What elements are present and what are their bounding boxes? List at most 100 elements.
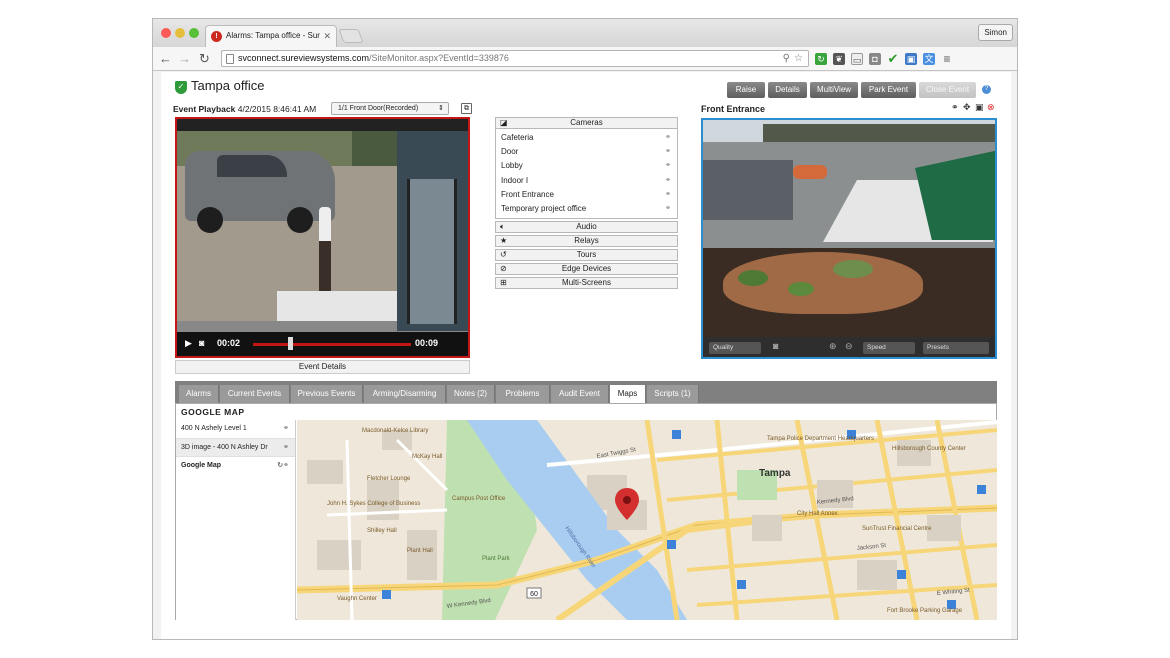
new-tab-button[interactable] [338,29,364,43]
chrome-menu-icon[interactable]: ≡ [941,53,953,65]
list-item[interactable]: Temporary project office ⚭ [496,202,677,216]
shield-icon: ✓ [175,81,187,94]
link-icon[interactable]: ⚭ [665,131,671,145]
extension-check-icon[interactable]: ✔ [887,52,899,65]
edge-devices-section[interactable]: ⊘ Edge Devices [495,263,678,276]
extension-camera-icon[interactable]: ◘ [869,53,881,65]
link-icon[interactable]: ⚭ [665,202,671,216]
help-icon[interactable]: ? [982,85,991,94]
speed-dropdown[interactable]: Speed [863,342,915,354]
zoom-in-icon[interactable]: ⊕ [829,341,837,352]
extension-screen-icon[interactable]: ▭ [851,53,863,65]
multi-screens-section[interactable]: ⊞ Multi-Screens [495,277,678,290]
url-host: svconnect.sureviewsystems.com [238,53,370,63]
playback-progress-bar[interactable] [253,343,411,346]
close-tab-icon[interactable]: ✕ [323,26,331,46]
address-bar[interactable]: svconnect.sureviewsystems.com/SiteMonito… [221,50,809,67]
park-event-button[interactable]: Park Event [861,82,916,98]
tab-previous-events[interactable]: Previous Events [291,385,363,403]
link-icon[interactable]: ⚭ [665,159,671,173]
quality-dropdown[interactable]: Quality [709,342,761,354]
image-icon[interactable]: ▣ [975,102,984,113]
tab-audit-event[interactable]: Audit Event [551,385,609,403]
list-item[interactable]: 400 N Ashely Level 1 ⚭ [176,420,295,439]
relays-section[interactable]: ★ Relays [495,235,678,248]
link-icon[interactable]: ⚭ [283,420,289,438]
section-label: Audio [576,222,597,232]
search-icon[interactable]: ⚲ [783,51,790,66]
reload-icon[interactable]: ↻ [199,50,210,67]
close-window-icon[interactable] [161,28,171,38]
tab-notes[interactable]: Notes (2) [447,385,495,403]
browser-tab-bar: ! Alarms: Tampa office - Sur ✕ Simon [153,19,1017,47]
snapshot-icon[interactable]: ◙ [773,341,778,351]
select-arrows-icon: ⇕ [438,105,444,112]
camera-item-label: Cafeteria [501,133,534,142]
tab-scripts[interactable]: Scripts (1) [647,385,699,403]
site-name: Tampa office [191,78,265,93]
url-path: /SiteMonitor.aspx?EventId=339876 [369,53,509,63]
presets-dropdown[interactable]: Presets [923,342,989,354]
close-event-button[interactable]: Close Event [919,82,976,98]
link-icon[interactable]: ⚭ [665,145,671,159]
raise-button[interactable]: Raise [727,82,765,98]
google-map[interactable]: 60 Tampa Hillsborough River East Twiggs … [297,420,997,620]
link-icon[interactable]: ⚭ [665,188,671,202]
forward-icon[interactable]: → [178,50,191,67]
snapshot-icon[interactable]: ◙ [199,338,204,348]
list-item[interactable]: Google Map ↻⚭ [176,457,295,476]
map-label-city: Tampa [759,468,791,479]
tab-current-events[interactable]: Current Events [220,385,290,403]
zoom-window-icon[interactable] [189,28,199,38]
playback-video[interactable]: ▶ ◙ 00:02 00:09 [175,117,470,358]
browser-tab[interactable]: ! Alarms: Tampa office - Sur ✕ [205,25,337,47]
map-label-convention: Hillsborough County Center [892,446,966,452]
tab-alarms[interactable]: Alarms [179,385,219,403]
link-icon[interactable]: ⚭ [665,174,671,188]
list-item[interactable]: Indoor I ⚭ [496,174,677,188]
camera-list: Cafeteria ⚭ Door ⚭ Lobby ⚭ Indoor I ⚭ Front … [495,129,678,220]
tab-maps[interactable]: Maps [610,385,646,403]
extension-translate-icon[interactable]: 文 [923,53,935,65]
details-button[interactable]: Details [768,82,807,98]
list-item[interactable]: Door ⚭ [496,145,677,159]
extension-window-icon[interactable]: ▣ [905,53,917,65]
camera-item-label: Front Entrance [501,189,554,199]
minimize-window-icon[interactable] [175,28,185,38]
refresh-link-icon[interactable]: ↻⚭ [277,457,289,475]
multiview-button[interactable]: MultiView [810,82,858,98]
camera-item-label: Lobby [501,161,523,171]
google-map-title: GOOGLE MAP [181,407,245,417]
play-icon[interactable]: ▶ [185,338,192,349]
audio-section[interactable]: 🔈︎ Audio [495,221,678,234]
extension-evernote-icon[interactable]: ❦ [833,53,845,65]
extension-refresh-icon[interactable]: ↻ [815,53,827,65]
list-item[interactable]: Cafeteria ⚭ [496,131,677,145]
map-label-fl60: 60 [530,591,538,598]
tab-arming-disarming[interactable]: Arming/Disarming [364,385,446,403]
cameras-header[interactable]: ◪ Cameras [495,117,678,129]
popout-icon[interactable]: ⧉ [461,103,472,114]
list-item[interactable]: Lobby ⚭ [496,159,677,173]
map-list: 400 N Ashely Level 1 ⚭ 3D image - 400 N A… [176,420,296,620]
tours-section[interactable]: ↺ Tours [495,249,678,262]
playback-camera-select[interactable]: 1/1 Front Door(Recorded) ⇕ [331,102,449,115]
ptz-icon[interactable]: ✥ [963,102,971,113]
browser-tab-title: Alarms: Tampa office - Sur [226,31,320,40]
list-item[interactable]: 3D image - 400 N Ashley Dr ⚭ [176,438,295,457]
profile-button[interactable]: Simon [978,24,1013,41]
event-playback-label: Event Playback [173,104,236,114]
map-label-sykes: John H. Sykes College of Business [327,501,420,507]
close-icon[interactable]: ⊗ [987,102,995,113]
live-video[interactable]: Quality ◙ ⊕ ⊖ Speed Presets [701,118,997,359]
link-icon[interactable]: ⚭ [951,102,959,113]
playback-scrubber[interactable] [287,337,293,350]
zoom-out-icon[interactable]: ⊖ [845,341,853,352]
list-item[interactable]: Front Entrance ⚭ [496,188,677,202]
link-icon[interactable]: ⚭ [283,439,289,457]
back-icon[interactable]: ← [159,50,172,67]
tab-problems[interactable]: Problems [496,385,550,403]
event-details-button[interactable]: Event Details [175,360,470,374]
bookmark-star-icon[interactable]: ☆ [794,51,803,66]
section-label: Multi-Screens [562,278,611,288]
